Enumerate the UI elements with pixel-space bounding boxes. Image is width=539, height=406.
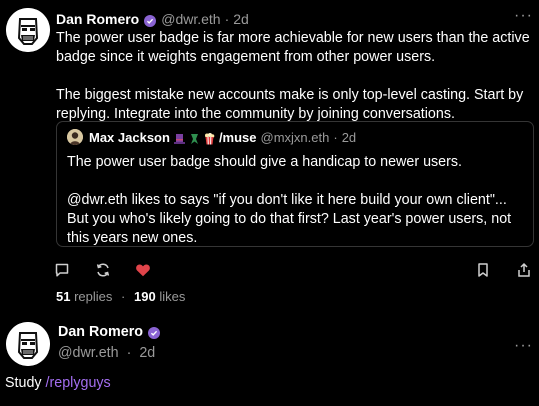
- more-options-icon[interactable]: ···: [514, 7, 533, 25]
- quoted-channel[interactable]: /muse: [219, 129, 257, 146]
- recast-icon[interactable]: [94, 261, 112, 279]
- stats-separator: ·: [121, 289, 126, 304]
- likes-count[interactable]: 190: [134, 289, 156, 304]
- post-body: The power user badge is far more achieva…: [56, 29, 534, 124]
- separator-dot: ·: [333, 130, 338, 145]
- separator-dot: ·: [224, 11, 230, 27]
- quoted-paragraph: The power user badge should give a handi…: [67, 154, 463, 170]
- author-name[interactable]: Dan Romero: [58, 323, 143, 341]
- verified-badge-icon: [144, 13, 157, 27]
- reply-icon[interactable]: [53, 261, 71, 279]
- author-avatar[interactable]: [6, 8, 50, 52]
- ribbon-icon: [189, 132, 200, 144]
- heart-icon[interactable]: [134, 261, 152, 279]
- replies-label[interactable]: replies: [74, 289, 112, 304]
- post-time[interactable]: 2d: [233, 10, 249, 28]
- author-handle[interactable]: @dwr.eth: [58, 345, 119, 361]
- post-stats: 51 replies · 190 likes: [56, 288, 185, 305]
- quoted-author-name[interactable]: Max Jackson: [89, 129, 170, 146]
- verified-badge-icon: [148, 326, 160, 339]
- quoted-author-avatar[interactable]: [67, 129, 83, 145]
- channel-link[interactable]: /replyguys: [46, 375, 111, 391]
- replies-count[interactable]: 51: [56, 289, 70, 304]
- post-paragraph: The power user badge is far more achieva…: [56, 30, 530, 65]
- quoted-cast[interactable]: Max Jackson /muse @mxjxn.eth · 2d The po…: [56, 121, 534, 247]
- post-header: Dan Romero: [58, 323, 165, 341]
- likes-label[interactable]: likes: [159, 289, 185, 304]
- post-paragraph: The biggest mistake new accounts make is…: [56, 87, 524, 122]
- quoted-header: Max Jackson /muse @mxjxn.eth · 2d: [89, 129, 356, 146]
- popcorn-icon: [204, 132, 215, 145]
- top-hat-icon: [173, 132, 185, 144]
- quoted-author-handle[interactable]: @mxjxn.eth: [261, 129, 330, 146]
- action-bar: [0, 261, 539, 281]
- bookmark-icon[interactable]: [474, 261, 492, 279]
- separator-dot: ·: [126, 345, 132, 361]
- quoted-paragraph: @dwr.eth likes to says "if you don't lik…: [67, 192, 512, 246]
- post-body: Study /replyguys: [5, 374, 111, 392]
- handle-line: @dwr.eth · 2d: [58, 344, 155, 362]
- post-header: Dan Romero @dwr.eth · 2d: [56, 10, 249, 28]
- more-options-icon[interactable]: ···: [514, 337, 533, 355]
- author-handle[interactable]: @dwr.eth: [161, 10, 220, 28]
- post-time[interactable]: 2d: [139, 345, 155, 361]
- author-avatar[interactable]: [6, 322, 50, 366]
- author-name[interactable]: Dan Romero: [56, 10, 139, 28]
- post-text: Study: [5, 375, 42, 391]
- quoted-time[interactable]: 2d: [342, 129, 356, 146]
- share-icon[interactable]: [515, 261, 533, 279]
- quoted-body: The power user badge should give a handi…: [67, 153, 527, 248]
